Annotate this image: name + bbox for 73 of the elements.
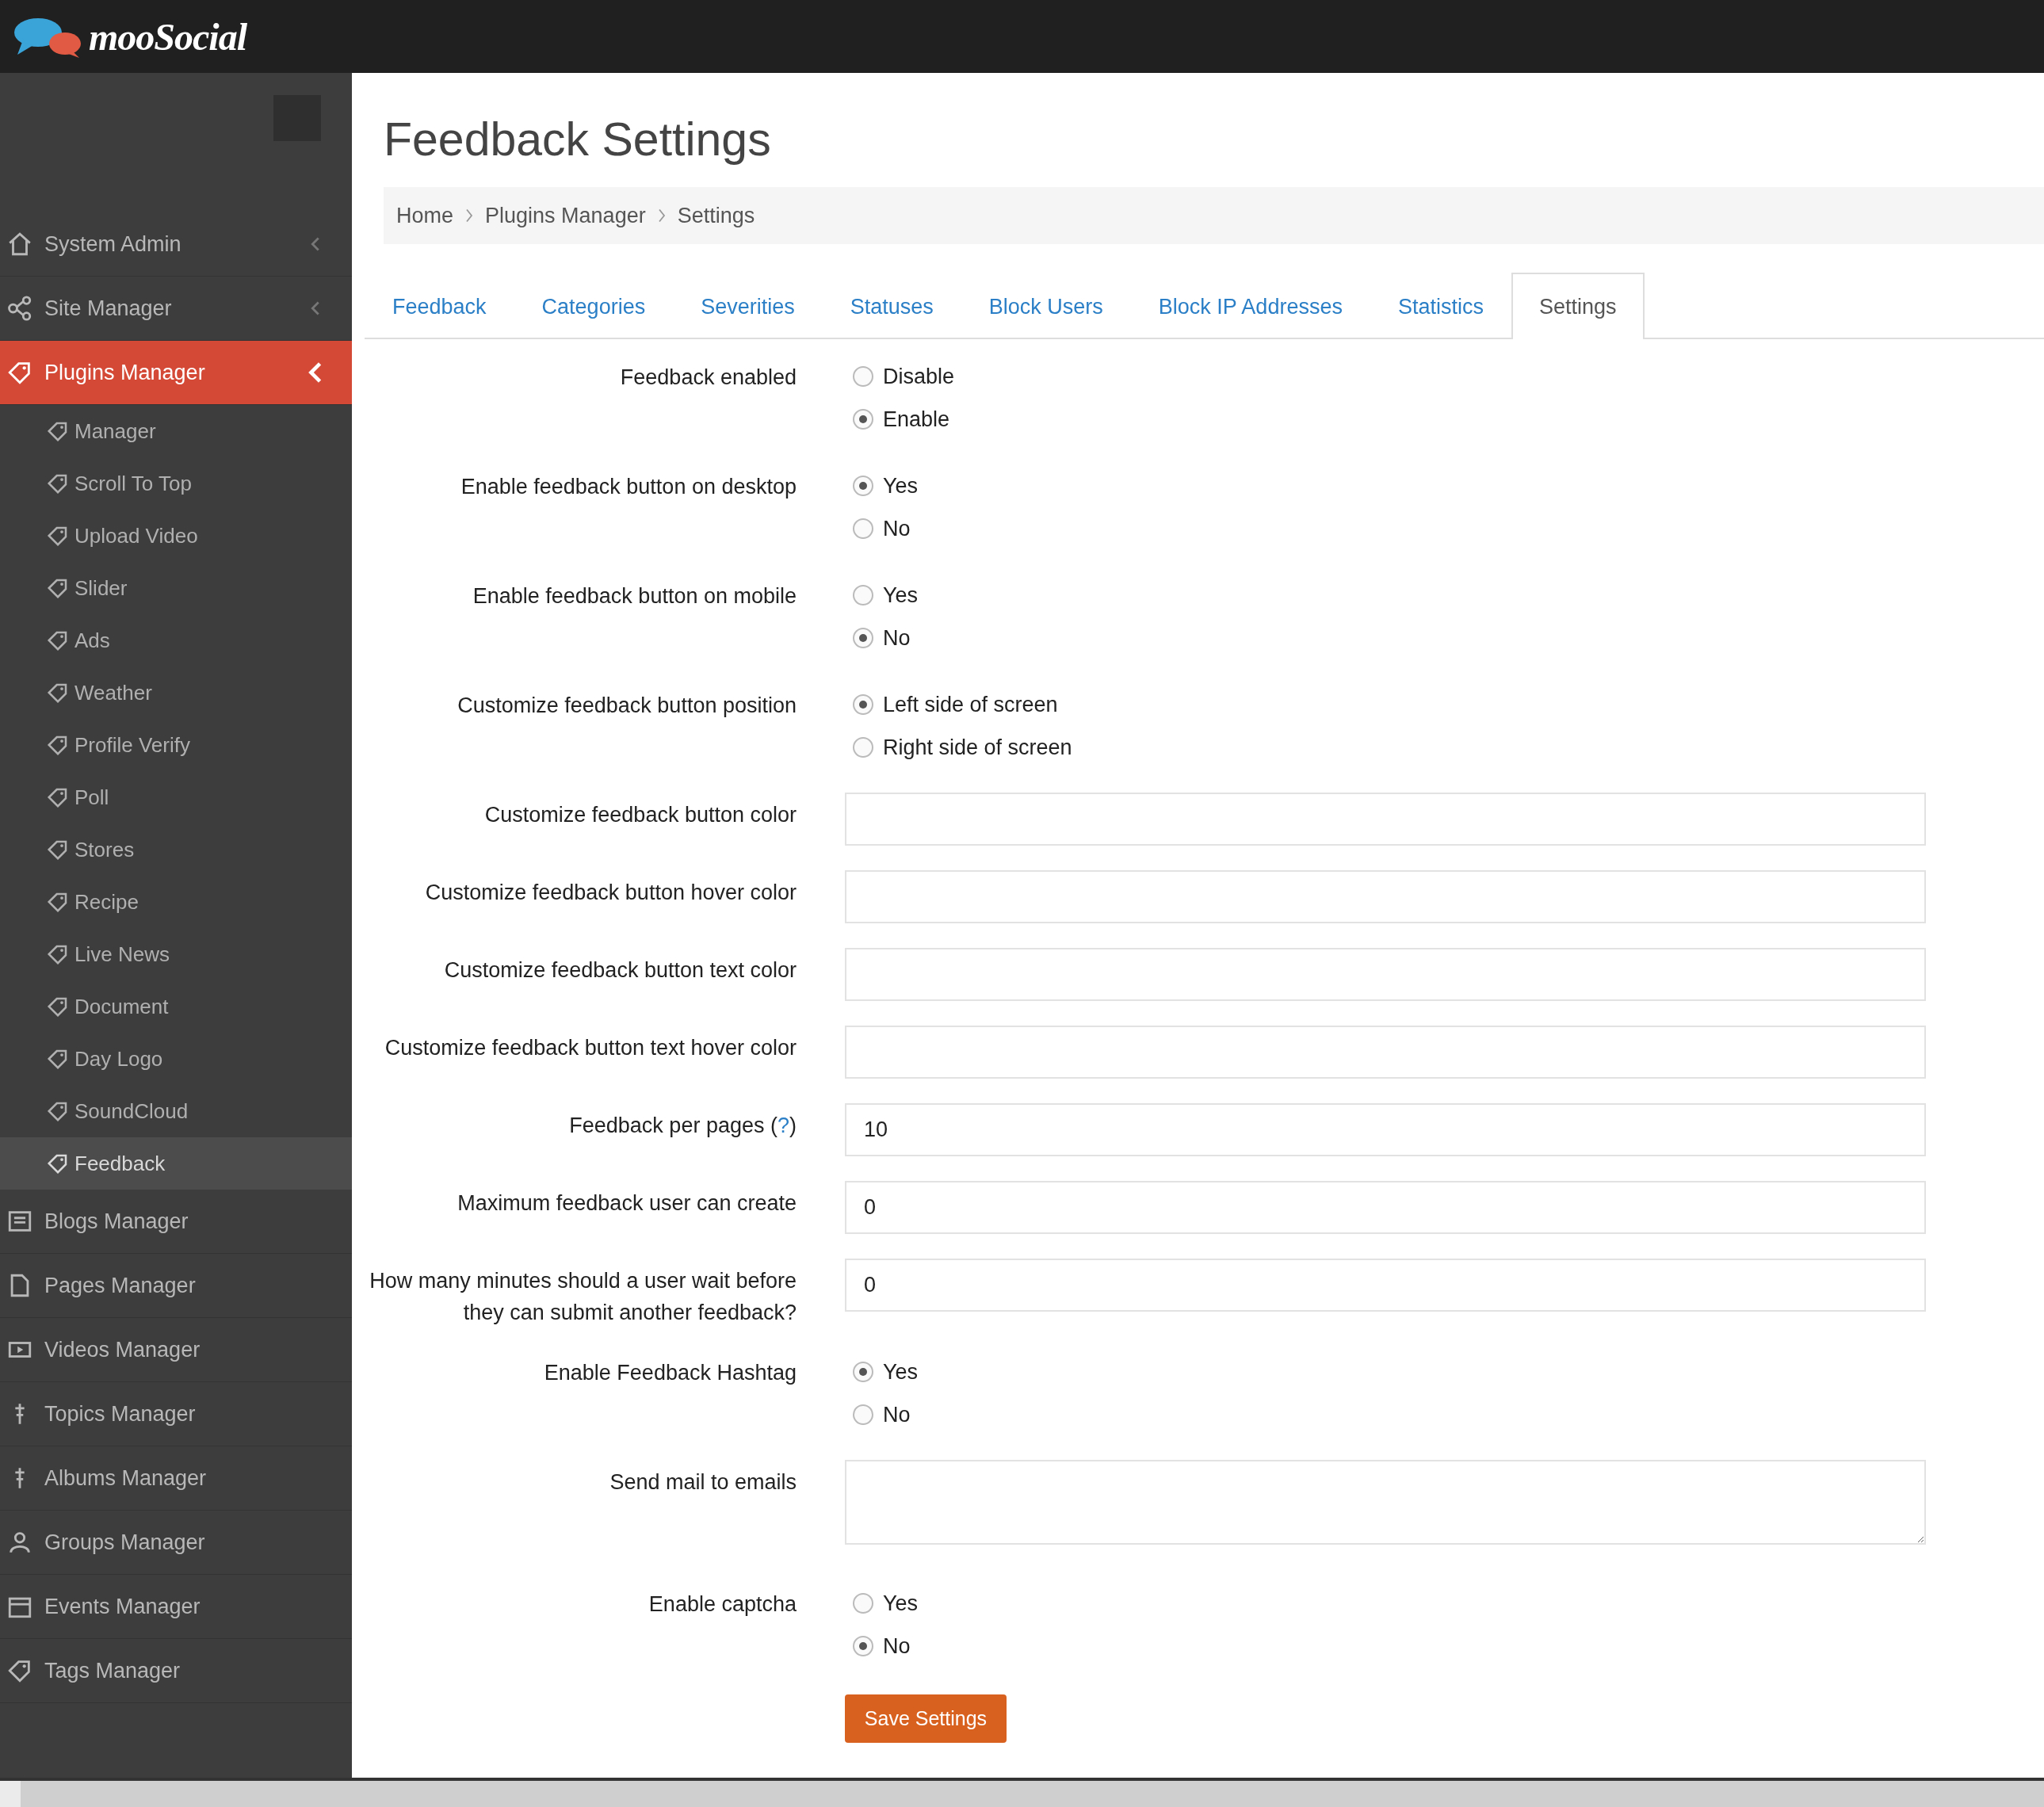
sidebar-subitem[interactable]: Manager [0, 405, 352, 457]
radio-option[interactable]: Yes [845, 1582, 919, 1625]
tab[interactable]: Settings [1511, 273, 1645, 339]
sidebar-subitem[interactable]: SoundCloud [0, 1085, 352, 1137]
sidebar-subitem[interactable]: Day Logo [0, 1033, 352, 1085]
field-label: Customize feedback button color [483, 802, 797, 828]
field-label: Enable feedback button on desktop [460, 474, 797, 500]
sidebar-subitem[interactable]: Feedback [0, 1137, 352, 1190]
field-label: Enable captcha [648, 1591, 797, 1618]
sidebar-item[interactable]: Blogs Manager [0, 1190, 352, 1254]
sidebar-item[interactable]: Plugins Manager [0, 341, 352, 405]
sidebar-subitem[interactable]: Scroll To Top [0, 457, 352, 510]
chevron-icon [464, 208, 475, 223]
field-label: Customize feedback button text hover color [384, 1035, 797, 1061]
page-title: Feedback Settings [384, 113, 772, 167]
text-field[interactable]: 0 [845, 1181, 1926, 1234]
field-label: Feedback per pages (?) [568, 1113, 797, 1139]
tab[interactable]: Feedback [365, 273, 514, 339]
sidebar-item[interactable]: Events Manager [0, 1575, 352, 1639]
save-button[interactable]: Save Settings [845, 1694, 1007, 1743]
tab[interactable]: Severities [673, 273, 823, 339]
help-link[interactable]: ? [777, 1114, 789, 1137]
field-label: Enable Feedback Hashtag [543, 1360, 797, 1386]
radio-option[interactable]: Yes [845, 1350, 919, 1393]
field-label: Feedback enabled [619, 365, 797, 391]
breadcrumb-link[interactable]: Plugins Manager [485, 203, 646, 228]
sidebar-item[interactable]: Videos Manager [0, 1318, 352, 1382]
breadcrumb-link[interactable]: Settings [677, 203, 755, 228]
sidebar-subitem[interactable]: Recipe [0, 876, 352, 928]
radio-option[interactable]: No [845, 507, 911, 550]
sidebar-subitem[interactable]: Slider [0, 562, 352, 614]
radio-option[interactable]: Enable [845, 398, 950, 441]
sidebar-subitem[interactable]: Upload Video [0, 510, 352, 562]
field-label: Customize feedback button hover color [424, 880, 797, 906]
text-area[interactable] [845, 1460, 1926, 1545]
text-field[interactable]: 10 [845, 1103, 1926, 1156]
radio-option[interactable]: Yes [845, 464, 919, 507]
text-field[interactable] [845, 870, 1926, 923]
field-label: Maximum feedback user can create [457, 1190, 797, 1217]
text-field[interactable]: 0 [845, 1259, 1926, 1312]
text-field[interactable] [845, 793, 1926, 846]
sidebar-item[interactable]: System Admin [0, 212, 352, 277]
sidebar-subitem[interactable]: Live News [0, 928, 352, 980]
tab[interactable]: Block IP Addresses [1130, 273, 1370, 339]
scrollbar[interactable] [0, 1781, 2044, 1807]
breadcrumb-link[interactable]: Home [396, 203, 454, 228]
home-icon [6, 231, 33, 258]
sidebar-subitem[interactable]: Weather [0, 667, 352, 719]
tab[interactable]: Statistics [1370, 273, 1511, 339]
tab[interactable]: Statuses [822, 273, 961, 339]
field-label: Enable feedback button on mobile [472, 583, 797, 609]
radio-option[interactable]: Left side of screen [845, 683, 1058, 726]
field-label: Send mail to emails [609, 1469, 797, 1496]
logo-text: mooSocial [89, 14, 246, 59]
text-field[interactable] [845, 1026, 1926, 1079]
sidebar-subitem[interactable]: Stores [0, 823, 352, 876]
tab[interactable]: Block Users [961, 273, 1131, 339]
sidebar-subitem[interactable]: Poll [0, 771, 352, 823]
radio-option[interactable]: Yes [845, 574, 919, 617]
radio-option[interactable]: Disable [845, 355, 955, 398]
field-label: How many minutes should a user wait before they can submit another feedback? [369, 1268, 797, 1326]
radio-option[interactable]: Right side of screen [845, 726, 1072, 769]
sidebar-subitem[interactable]: Document [0, 980, 352, 1033]
sidebar-subitem[interactable]: Ads [0, 614, 352, 667]
text-field[interactable] [845, 948, 1926, 1001]
field-label: Customize feedback button text color [443, 957, 797, 984]
radio-option[interactable]: No [845, 617, 911, 659]
radio-option[interactable]: No [845, 1393, 911, 1436]
radio-option[interactable]: No [845, 1625, 911, 1668]
field-label: Customize feedback button position [457, 693, 797, 719]
share-icon [6, 295, 33, 322]
sidebar-subitem[interactable]: Profile Verify [0, 719, 352, 771]
tab[interactable]: Categories [514, 273, 674, 339]
